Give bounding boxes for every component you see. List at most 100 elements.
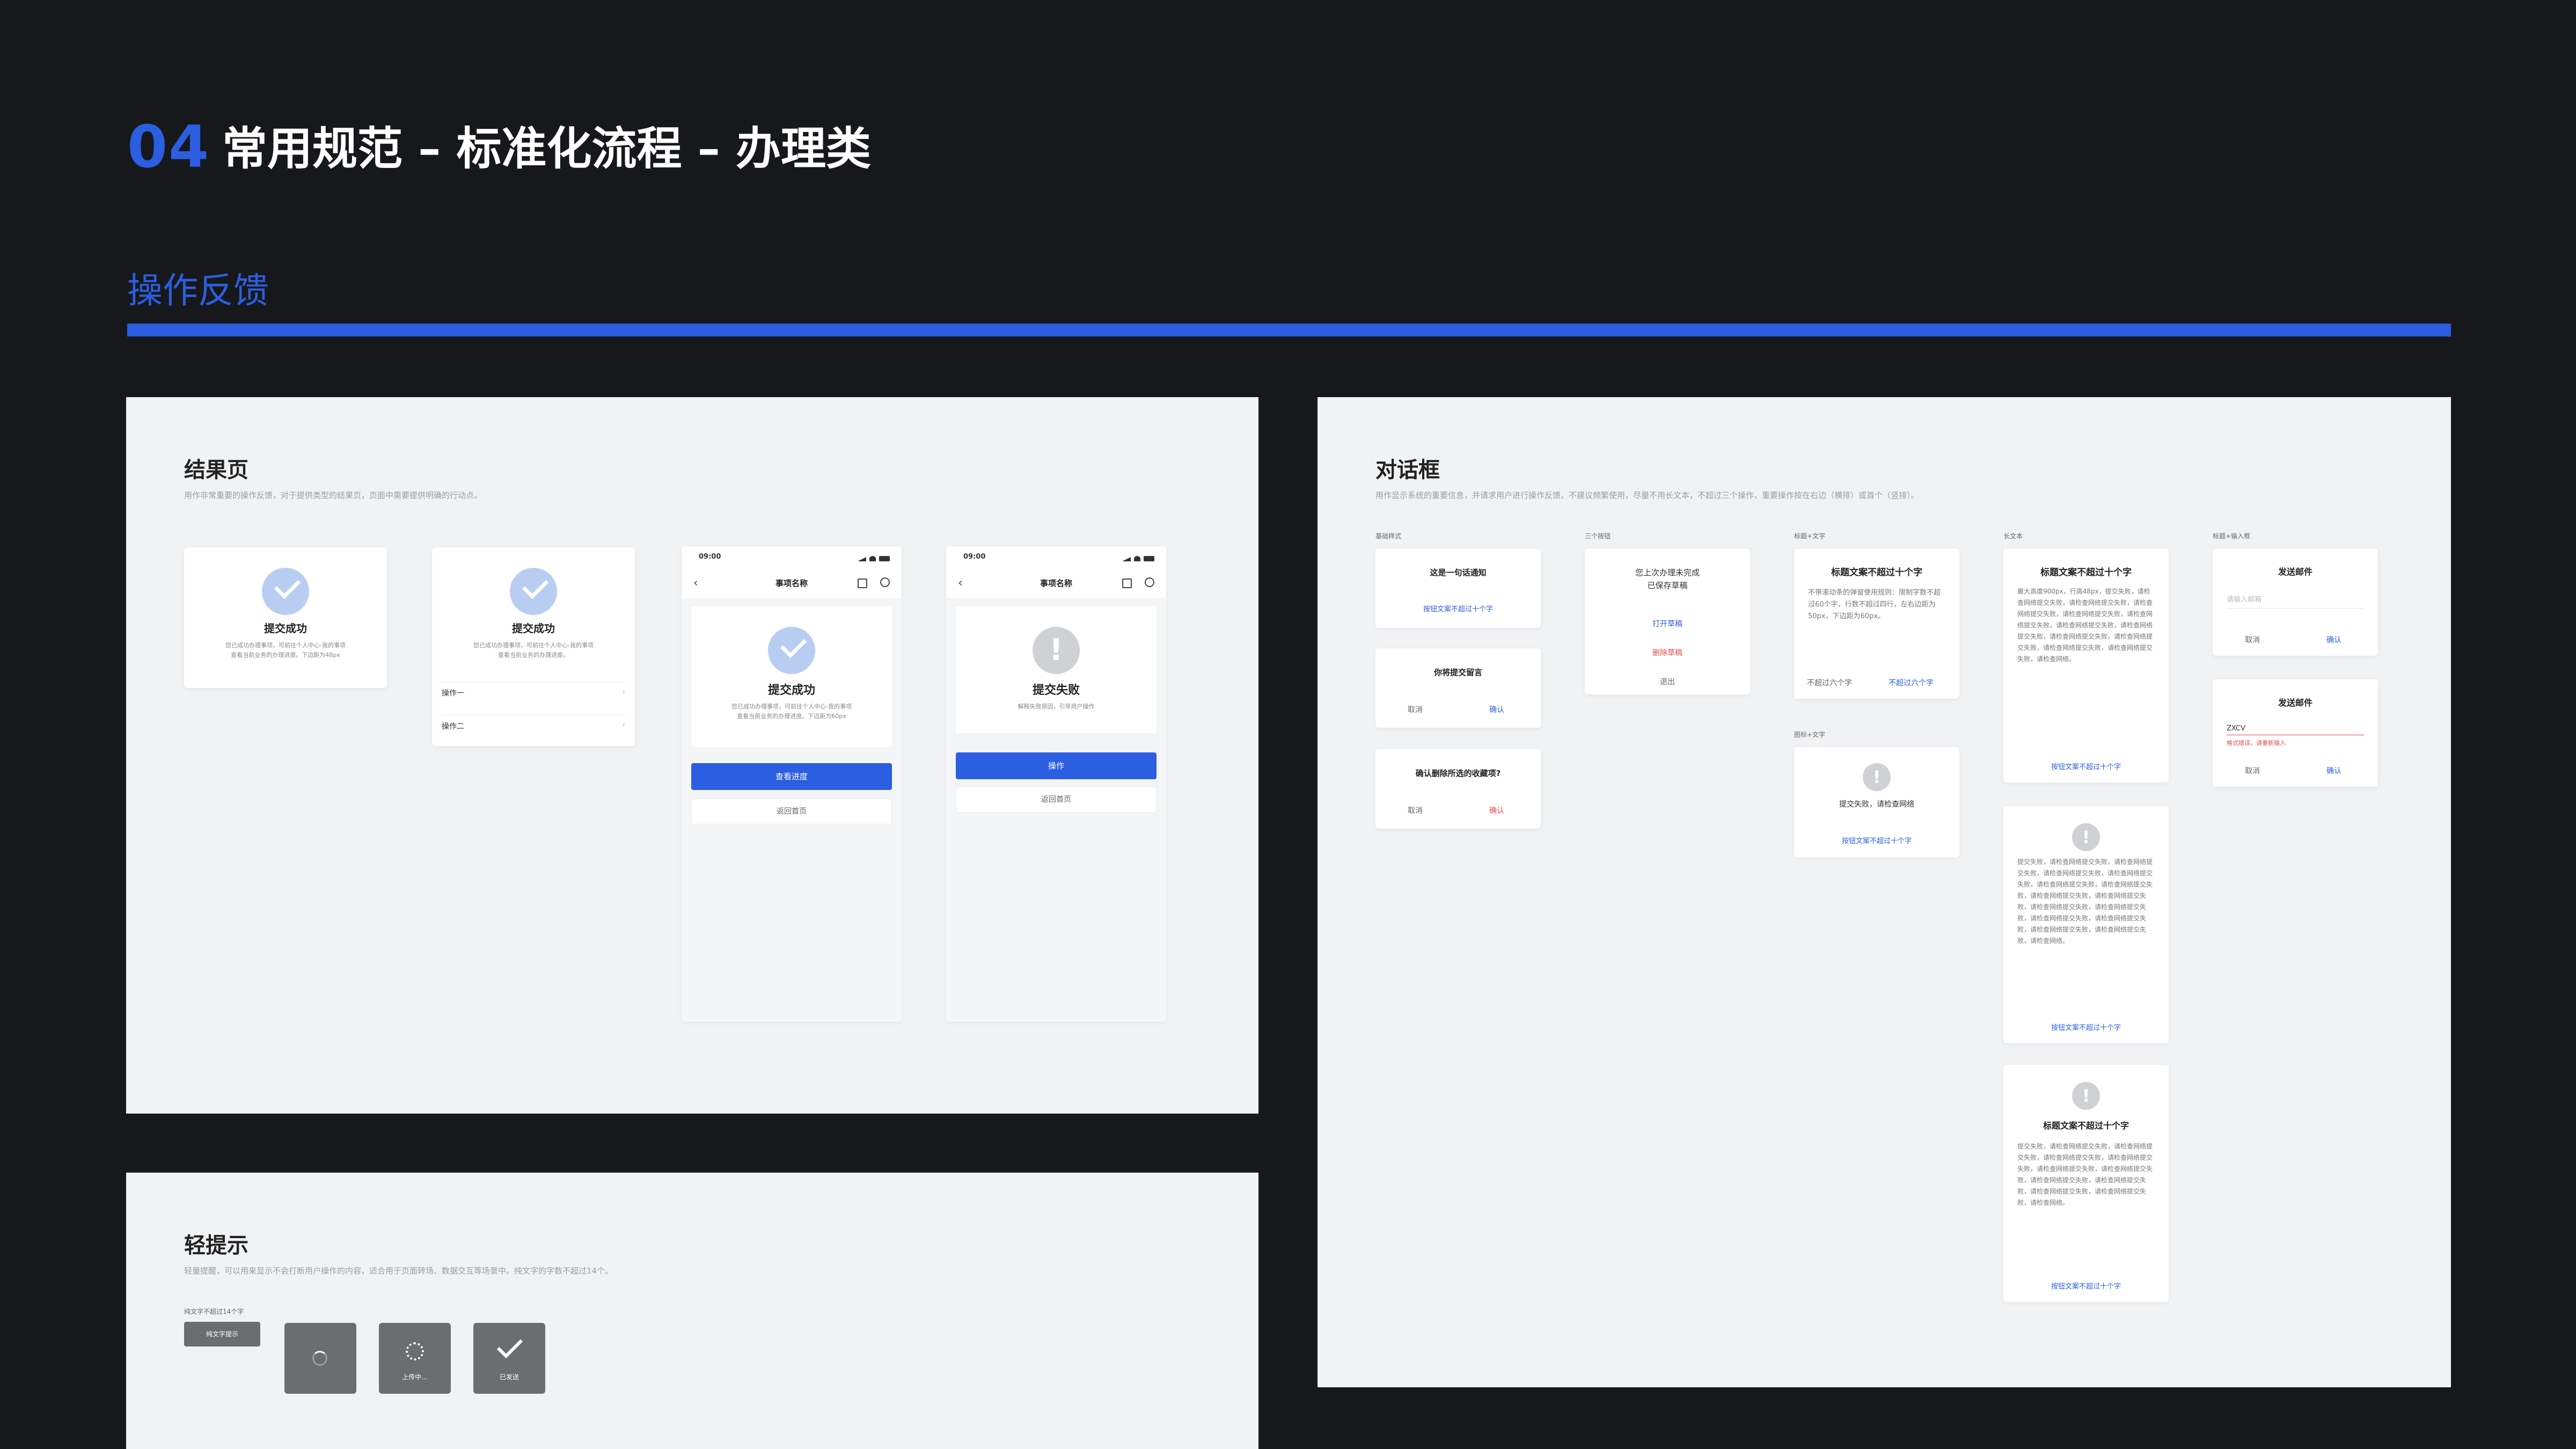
toast-text: 上传中... <box>402 1373 428 1381</box>
toast-text: 纯文字提示 <box>206 1330 238 1338</box>
section-title: 操作反馈 <box>127 270 269 311</box>
nav-title: 事项名称 <box>1040 579 1072 588</box>
result-desc: 查看当前业务的办理进度。下边距为60px <box>737 713 846 720</box>
search-icon[interactable] <box>880 577 890 587</box>
warning-icon: ! <box>1863 763 1891 791</box>
dialog-input: 发送邮件 请输入邮箱 取消 确认 <box>2213 548 2378 656</box>
dialog-body: 提交失败，请检查网络提交失败，请检查网络提交失败，请检查网络提交失败，请检查网络… <box>2017 1143 2153 1206</box>
dialog-body: 不带滚动条的弹窗使用规则：限制字数不超过60个字，行数不超过四行，左右边距为50… <box>1808 589 1941 620</box>
cancel-button[interactable]: 取消 <box>1408 805 1423 816</box>
dialog-title: 标题文案不超过十个字 <box>1831 567 1922 578</box>
dialog-title: 这是一句话通知 <box>1430 568 1487 577</box>
result-page-panel: 结果页 用作非常重要的操作反馈，对于提供类型的结果页，页面中需要提供明确的行动点… <box>126 397 1258 1114</box>
exit-button[interactable]: 退出 <box>1585 676 1750 687</box>
uploading-spinner-icon <box>406 1342 424 1360</box>
result-desc: 解释失败原因，引导用户操作 <box>1018 703 1095 710</box>
result-panel-desc: 用作非常重要的操作反馈，对于提供类型的结果页，页面中需要提供明确的行动点。 <box>184 491 482 500</box>
dialog-title: 您上次办理未完成 <box>1635 568 1700 577</box>
result-desc: 您已成功办理事项，可前往个人中心-我的事项 <box>731 703 852 710</box>
result-card-success: 提交成功 您已成功办理事项，可前往个人中心-我的事项 查看当前业务的办理进度。下… <box>184 547 387 688</box>
dialog-title: 已保存草稿 <box>1647 581 1688 590</box>
dialog-panel-title: 对话框 <box>1375 458 1440 482</box>
toast-text: 已发送 <box>499 1373 519 1381</box>
scan-icon[interactable] <box>858 579 867 588</box>
section-divider <box>127 324 2451 336</box>
loading-toast <box>284 1323 356 1394</box>
list-item-action-1[interactable]: 操作一 <box>442 682 625 698</box>
page: 04 常用规范 – 标准化流程 – 办理类 操作反馈 结果页 用作非常重要的操作… <box>0 0 2576 1449</box>
dialog-body: 提交失败，请检查网络提交失败，请检查网络提交失败，请检查网络提交失败，请检查网络… <box>2017 858 2153 945</box>
result-panel-title: 结果页 <box>184 458 248 482</box>
search-icon[interactable] <box>1145 577 1154 587</box>
dialog-link-button[interactable]: 按钮文案不超过十个字 <box>2003 1022 2169 1032</box>
result-desc: 您已成功办理事项，可前往个人中心-我的事项 <box>225 642 346 649</box>
scan-icon[interactable] <box>1122 579 1132 588</box>
dialog-link-button[interactable]: 按钮文案不超过十个字 <box>2003 1280 2169 1291</box>
cancel-button[interactable]: 取消 <box>1408 704 1423 715</box>
confirm-button[interactable]: 确认 <box>2326 765 2341 776</box>
text-toast: 纯文字提示 <box>184 1322 260 1346</box>
success-check-icon <box>510 568 557 615</box>
result-desc: 您已成功办理事项，可前往个人中心-我的事项 <box>473 642 594 649</box>
dialog-link-button[interactable]: 按钮文案不超过十个字 <box>1794 835 1959 845</box>
success-check-icon <box>262 568 309 615</box>
dialog-title: 标题文案不超过十个字 <box>2043 1121 2129 1131</box>
status-time: 09:00 <box>699 553 721 561</box>
list-item-action-2[interactable]: 操作二 <box>442 715 625 731</box>
result-content: ! 提交失败 解释失败原因，引导用户操作 <box>956 606 1157 733</box>
loading-spinner-icon <box>312 1351 327 1366</box>
delete-confirm-button[interactable]: 确认 <box>1489 805 1504 816</box>
result-title: 提交成功 <box>264 622 307 635</box>
open-draft-button[interactable]: 打开草稿 <box>1585 618 1750 629</box>
toast-label: 纯文字不超过14个字 <box>184 1308 244 1315</box>
dialog-delete: 确认删除所选的收藏项? 取消 确认 <box>1375 749 1541 829</box>
dialog-link-button[interactable]: 按钮文案不超过十个字 <box>1375 603 1541 613</box>
warning-icon: ! <box>2072 823 2100 851</box>
back-home-button[interactable]: 返回首页 <box>691 799 892 824</box>
result-desc: 查看当前业务的办理进度。下边距为48px <box>231 652 340 658</box>
dialog-long-text-icon-title: ! 标题文案不超过十个字 提交失败，请检查网络提交失败，请检查网络提交失败，请检… <box>2003 1065 2169 1302</box>
group-label: 长文本 <box>2003 532 2023 540</box>
back-home-button[interactable]: 返回首页 <box>956 787 1157 813</box>
delete-draft-button[interactable]: 删除草稿 <box>1585 647 1750 658</box>
result-card-with-actions: 提交成功 您已成功办理事项，可前往个人中心-我的事项 查看当前业务的办理进度。 … <box>432 547 635 746</box>
phone-mockup-success: 09:00 ‹ 事项名称 提交成功 您已成功办理事项，可前往个人中心-我的事项 … <box>682 546 902 1022</box>
cancel-button[interactable]: 取消 <box>2245 634 2260 645</box>
dialog-notice: 这是一句话通知 按钮文案不超过十个字 <box>1375 548 1541 628</box>
dialog-panel-desc: 用作显示系统的重要信息，并请求用户进行操作反馈。不建议频繁使用，尽量不用长文本，… <box>1375 491 1919 500</box>
error-message: 格式错误，请重新输入 <box>2227 740 2286 747</box>
confirm-button[interactable]: 确认 <box>1489 704 1504 715</box>
email-input[interactable]: ZXCV <box>2227 724 2364 735</box>
sent-toast: 已发送 <box>473 1323 545 1394</box>
warning-icon: ! <box>1033 627 1080 674</box>
operate-button[interactable]: 操作 <box>956 752 1157 779</box>
result-content: 提交成功 您已成功办理事项，可前往个人中心-我的事项 查看当前业务的办理进度。下… <box>691 606 892 747</box>
group-label: 标题+文字 <box>1794 532 1826 540</box>
dialog-title: 确认删除所选的收藏项? <box>1415 769 1501 778</box>
toast-panel-desc: 轻量提醒，可以用来显示不会打断用户操作的内容，适合用于页面转场、数据交互等场景中… <box>184 1266 613 1276</box>
cancel-button[interactable]: 取消 <box>2245 765 2260 776</box>
dialog-long-text: 标题文案不超过十个字 最大高度900px，行高48px，提交失败，请检查网络提交… <box>2003 548 2169 782</box>
primary-button[interactable]: 不超过六个字 <box>1889 677 1934 688</box>
section-number: 04 <box>127 114 210 181</box>
group-label: 基础样式 <box>1375 532 1402 540</box>
toast-panel: 轻提示 轻量提醒，可以用来显示不会打断用户操作的内容，适合用于页面转场、数据交互… <box>126 1173 1258 1449</box>
group-label: 标题+输入框 <box>2213 532 2251 540</box>
secondary-button[interactable]: 不超过六个字 <box>1807 677 1852 688</box>
view-progress-button[interactable]: 查看进度 <box>691 763 892 790</box>
dialog-body: 最大高度900px，行高48px，提交失败，请检查网络提交失败，请检查网络提交失… <box>2017 588 2153 663</box>
warning-icon: ! <box>2072 1082 2100 1110</box>
dialog-input-error: 发送邮件 ZXCV 格式错误，请重新输入 取消 确认 <box>2213 679 2378 787</box>
status-icons <box>858 555 890 561</box>
email-input[interactable]: 请输入邮箱 <box>2227 594 2364 609</box>
group-label: 三个按钮 <box>1585 532 1611 540</box>
confirm-button[interactable]: 确认 <box>2326 634 2341 645</box>
dialog-title: 提交失败，请检查网络 <box>1839 800 1914 809</box>
dialog-link-button[interactable]: 按钮文案不超过十个字 <box>2003 761 2169 771</box>
nav-title: 事项名称 <box>775 579 808 588</box>
dialog-title: 你将提交留言 <box>1433 668 1482 677</box>
check-icon <box>496 1332 523 1359</box>
status-time: 09:00 <box>963 553 986 561</box>
dialog-title: 标题文案不超过十个字 <box>2040 567 2132 578</box>
page-title: 常用规范 – 标准化流程 – 办理类 <box>222 122 871 175</box>
